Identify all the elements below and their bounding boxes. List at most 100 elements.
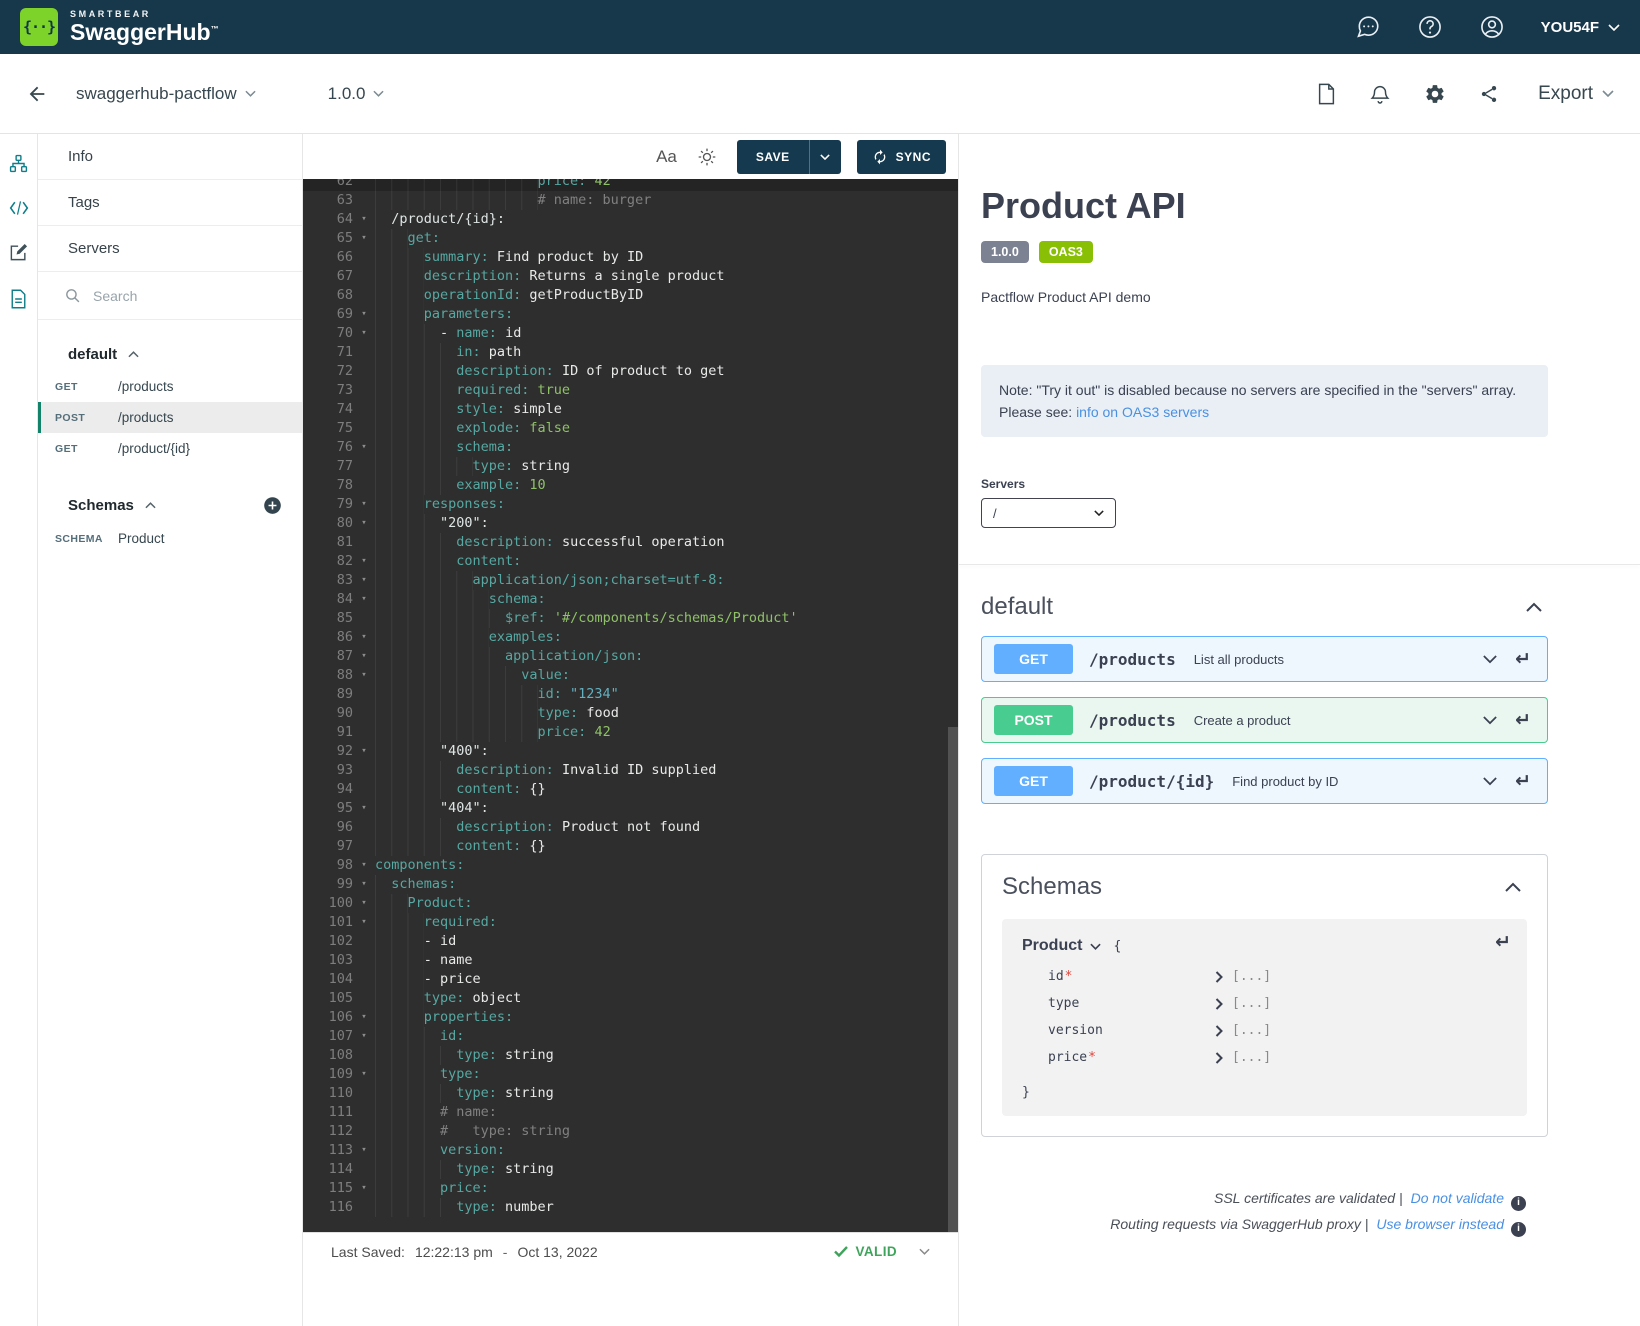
fold-marker-icon[interactable]: ▾ bbox=[353, 856, 375, 875]
fold-marker-icon[interactable]: ▾ bbox=[353, 495, 375, 514]
project-selector[interactable]: swaggerhub-pactflow bbox=[76, 84, 256, 104]
line-number[interactable]: 111 bbox=[303, 1103, 353, 1122]
code-line[interactable]: 97content: {} bbox=[303, 837, 958, 856]
theme-toggle-icon[interactable] bbox=[697, 147, 717, 167]
code-line[interactable]: 66summary: Find product by ID bbox=[303, 248, 958, 267]
back-button[interactable] bbox=[26, 83, 48, 105]
code-line[interactable]: 95▾"404": bbox=[303, 799, 958, 818]
code-line[interactable]: 67description: Returns a single product bbox=[303, 267, 958, 286]
code-line[interactable]: 64▾/product/{id}: bbox=[303, 210, 958, 229]
fold-marker-icon[interactable]: ▾ bbox=[353, 229, 375, 248]
oas3-servers-link[interactable]: info on OAS3 servers bbox=[1076, 404, 1209, 420]
line-number[interactable]: 67 bbox=[303, 267, 353, 286]
fold-marker-icon[interactable]: ▾ bbox=[353, 666, 375, 685]
fold-marker-icon[interactable]: ▾ bbox=[353, 1027, 375, 1046]
line-number[interactable]: 109 bbox=[303, 1065, 353, 1084]
settings-gear-icon[interactable] bbox=[1424, 83, 1446, 105]
line-number[interactable]: 75 bbox=[303, 419, 353, 438]
fold-marker-icon[interactable]: ▾ bbox=[353, 894, 375, 913]
code-line[interactable]: 91price: 42 bbox=[303, 723, 958, 742]
code-line[interactable]: 73required: true bbox=[303, 381, 958, 400]
code-line[interactable]: 100▾Product: bbox=[303, 894, 958, 913]
api-hub-icon[interactable] bbox=[9, 154, 28, 173]
line-number[interactable]: 85 bbox=[303, 609, 353, 628]
code-line[interactable]: 68operationId: getProductByID bbox=[303, 286, 958, 305]
code-line[interactable]: 75explode: false bbox=[303, 419, 958, 438]
fold-marker-icon[interactable]: ▾ bbox=[353, 1008, 375, 1027]
line-number[interactable]: 95 bbox=[303, 799, 353, 818]
line-number[interactable]: 105 bbox=[303, 989, 353, 1008]
line-number[interactable]: 115 bbox=[303, 1179, 353, 1198]
fold-marker-icon[interactable]: ▾ bbox=[353, 628, 375, 647]
expand-toggle-icon[interactable] bbox=[1215, 1025, 1223, 1037]
fold-marker-icon[interactable]: ▾ bbox=[353, 1141, 375, 1160]
code-line[interactable]: 83▾application/json;charset=utf-8: bbox=[303, 571, 958, 590]
line-number[interactable]: 101 bbox=[303, 913, 353, 932]
line-number[interactable]: 65 bbox=[303, 229, 353, 248]
code-line[interactable]: 102- id bbox=[303, 932, 958, 951]
code-line[interactable]: 65▾get: bbox=[303, 229, 958, 248]
expand-toggle-icon[interactable] bbox=[1215, 971, 1223, 983]
share-icon[interactable] bbox=[1479, 83, 1499, 105]
info-icon[interactable]: i bbox=[1511, 1222, 1526, 1237]
model-name[interactable]: Product bbox=[1022, 937, 1082, 955]
model-property-value[interactable]: [...] bbox=[1215, 996, 1271, 1011]
line-number[interactable]: 88 bbox=[303, 666, 353, 685]
schemas-box-header[interactable]: Schemas bbox=[1002, 855, 1527, 919]
fold-marker-icon[interactable]: ▾ bbox=[353, 324, 375, 343]
code-line[interactable]: 115▾price: bbox=[303, 1179, 958, 1198]
line-number[interactable]: 83 bbox=[303, 571, 353, 590]
code-line[interactable]: 105type: object bbox=[303, 989, 958, 1008]
fold-marker-icon[interactable]: ▾ bbox=[353, 1065, 375, 1084]
line-number[interactable]: 74 bbox=[303, 400, 353, 419]
line-number[interactable]: 116 bbox=[303, 1198, 353, 1217]
line-number[interactable]: 70 bbox=[303, 324, 353, 343]
sidebar-schema-item[interactable]: SCHEMAProduct bbox=[38, 523, 302, 554]
line-number[interactable]: 78 bbox=[303, 476, 353, 495]
sidebar-route[interactable]: GET/product/{id} bbox=[38, 433, 302, 464]
operation-row[interactable]: GET/productsList all products↵ bbox=[981, 636, 1548, 682]
line-number[interactable]: 81 bbox=[303, 533, 353, 552]
line-number[interactable]: 76 bbox=[303, 438, 353, 457]
chat-icon[interactable] bbox=[1355, 14, 1381, 40]
code-line[interactable]: 72description: ID of product to get bbox=[303, 362, 958, 381]
line-number[interactable]: 89 bbox=[303, 685, 353, 704]
line-number[interactable]: 110 bbox=[303, 1084, 353, 1103]
use-browser-link[interactable]: Use browser instead bbox=[1376, 1216, 1504, 1232]
code-line[interactable]: 82▾content: bbox=[303, 552, 958, 571]
expand-toggle-icon[interactable] bbox=[1215, 1052, 1223, 1064]
chevron-down-icon[interactable] bbox=[1483, 655, 1497, 664]
export-menu[interactable]: Export bbox=[1538, 83, 1614, 105]
line-number[interactable]: 66 bbox=[303, 248, 353, 267]
line-number[interactable]: 79 bbox=[303, 495, 353, 514]
code-line[interactable]: 114type: string bbox=[303, 1160, 958, 1179]
code-line[interactable]: 86▾examples: bbox=[303, 628, 958, 647]
code-line[interactable]: 101▾required: bbox=[303, 913, 958, 932]
fold-marker-icon[interactable]: ▾ bbox=[353, 438, 375, 457]
line-number[interactable]: 113 bbox=[303, 1141, 353, 1160]
fold-marker-icon[interactable]: ▾ bbox=[353, 875, 375, 894]
docs-icon[interactable] bbox=[10, 289, 27, 309]
line-number[interactable]: 91 bbox=[303, 723, 353, 742]
sidebar-route[interactable]: GET/products bbox=[38, 371, 302, 402]
code-line[interactable]: 84▾schema: bbox=[303, 590, 958, 609]
save-button[interactable]: SAVE bbox=[737, 140, 809, 174]
font-settings-button[interactable]: Aa bbox=[656, 147, 677, 167]
code-line[interactable]: 116type: number bbox=[303, 1198, 958, 1217]
expand-toggle-icon[interactable] bbox=[1215, 998, 1223, 1010]
fold-marker-icon[interactable]: ▾ bbox=[353, 590, 375, 609]
line-number[interactable]: 87 bbox=[303, 647, 353, 666]
code-line[interactable]: 81description: successful operation bbox=[303, 533, 958, 552]
line-number[interactable]: 106 bbox=[303, 1008, 353, 1027]
search-input[interactable] bbox=[93, 288, 263, 304]
code-line[interactable]: 98▾components: bbox=[303, 856, 958, 875]
line-number[interactable]: 84 bbox=[303, 590, 353, 609]
fold-marker-icon[interactable]: ▾ bbox=[353, 305, 375, 324]
code-line[interactable]: 103- name bbox=[303, 951, 958, 970]
fold-marker-icon[interactable]: ▾ bbox=[353, 913, 375, 932]
line-number[interactable]: 97 bbox=[303, 837, 353, 856]
code-line[interactable]: 108type: string bbox=[303, 1046, 958, 1065]
code-line[interactable]: 90type: food bbox=[303, 704, 958, 723]
line-number[interactable]: 90 bbox=[303, 704, 353, 723]
line-number[interactable]: 68 bbox=[303, 286, 353, 305]
